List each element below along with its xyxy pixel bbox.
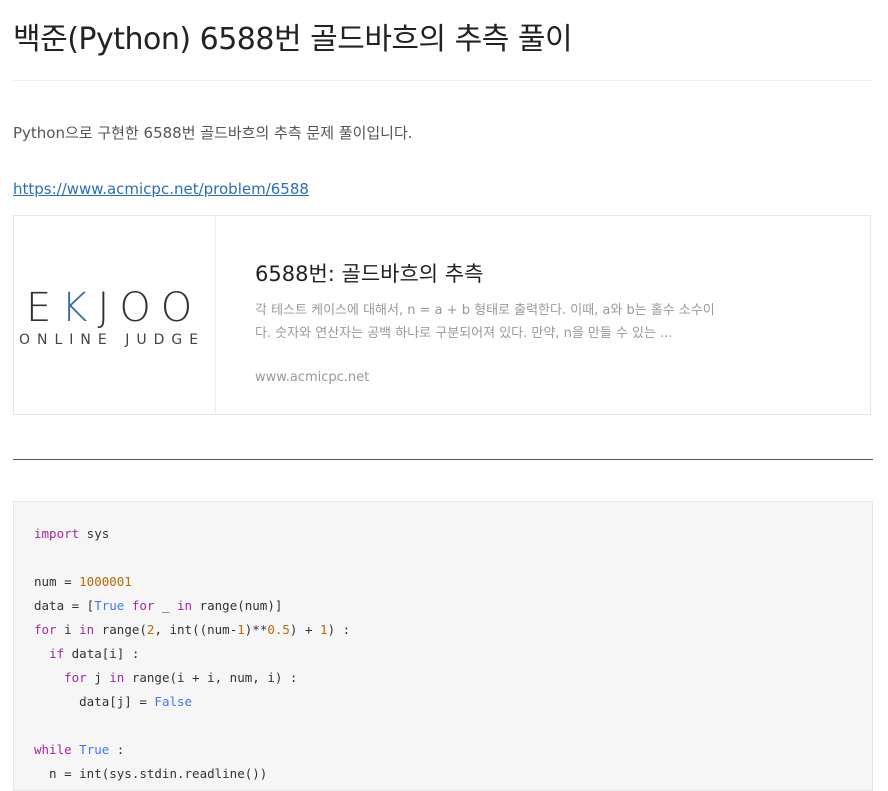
baekjoon-logo: EKJOO [26,285,203,331]
code-line: import sys [34,526,110,541]
card-thumbnail: EKJOO ONLINE JUDGE [14,216,216,414]
logo-subtitle: ONLINE JUDGE [19,332,206,348]
code-line: num = 1000001 [34,574,132,589]
card-domain: www.acmicpc.net [255,370,370,385]
code-content: import sys num = 1000001 data = [True for… [34,522,350,786]
code-line: data = [True for _ in range(num)] [34,598,283,613]
intro-text: Python으로 구현한 6588번 골드바흐의 추측 문제 풀이입니다. [13,124,413,142]
code-line: for j in range(i + i, num, i) : [64,670,298,685]
code-line: while True : [34,742,125,757]
code-line: if data[i] : [49,646,140,661]
code-line: n = int(sys.stdin.readline()) [34,766,268,781]
card-description: 각 테스트 케이스에 대해서, n = a + b 형태로 출력한다. 이때, … [255,303,715,341]
section-divider [13,459,873,460]
code-line: data[j] = False [34,694,193,709]
link-preview-card[interactable]: EKJOO ONLINE JUDGE 6588번: 골드바흐의 추측 각 테스트… [13,215,871,415]
title-divider [13,80,873,81]
code-block: import sys num = 1000001 data = [True for… [13,501,873,791]
page-title: 백준(Python) 6588번 골드바흐의 추측 풀이 [13,22,573,57]
problem-link[interactable]: https://www.acmicpc.net/problem/6588 [13,180,309,198]
code-line: for i in range(2, int((num-1)**0.5) + 1)… [34,622,351,637]
card-title[interactable]: 6588번: 골드바흐의 추측 [255,258,483,288]
